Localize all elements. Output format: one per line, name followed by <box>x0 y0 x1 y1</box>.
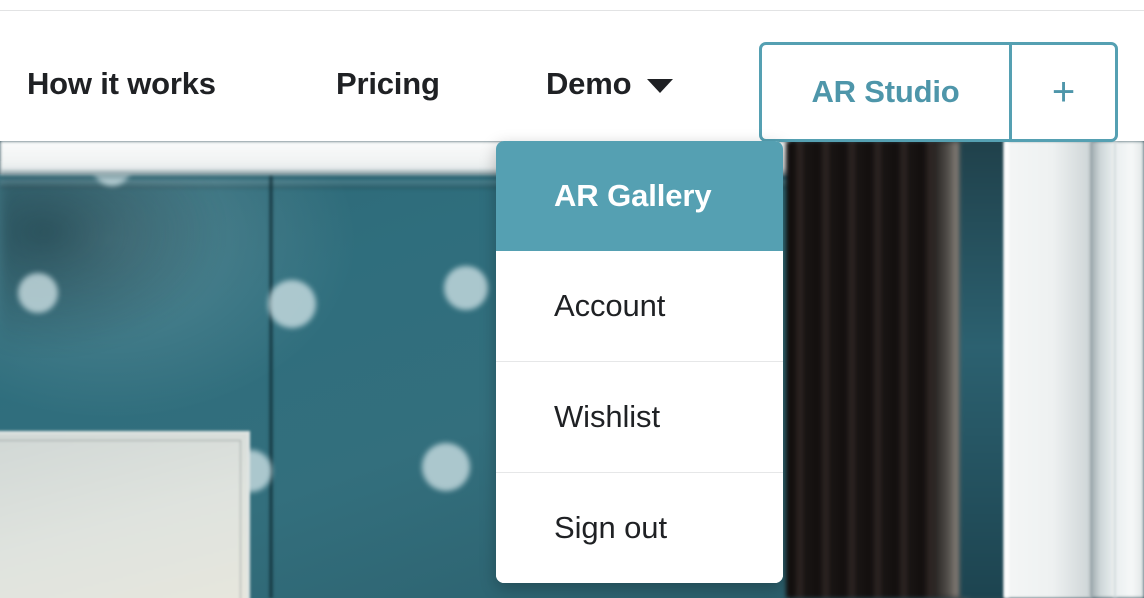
add-ar-item-button[interactable]: + <box>1012 45 1115 139</box>
hero-door-frame <box>1004 141 1092 598</box>
main-navigation-bar: How it works Pricing Demo AR Studio + <box>0 11 1144 142</box>
nav-link-how-it-works[interactable]: How it works <box>27 68 216 99</box>
hero-polka-dot <box>444 266 488 310</box>
app-root: How it works Pricing Demo AR Studio + AR… <box>0 0 1144 598</box>
hero-polka-dot <box>268 280 316 328</box>
menu-item-wishlist[interactable]: Wishlist <box>496 362 783 472</box>
hero-shadow-pocket <box>0 181 220 351</box>
hero-polka-dot <box>422 443 470 491</box>
nav-link-demo-label: Demo <box>546 66 632 101</box>
hero-framed-panel <box>0 431 250 598</box>
hero-door-frame-second <box>1090 141 1116 598</box>
hero-polka-dot <box>18 273 58 313</box>
chevron-down-icon <box>647 79 674 93</box>
menu-item-account[interactable]: Account <box>496 251 783 361</box>
hero-door-frame-edge <box>1004 141 1009 598</box>
hero-door-frame-third <box>1114 141 1144 598</box>
demo-dropdown-menu: AR Gallery Account Wishlist Sign out <box>496 141 783 583</box>
ar-studio-button-group: AR Studio + <box>759 42 1118 142</box>
menu-item-ar-gallery[interactable]: AR Gallery <box>496 141 783 251</box>
nav-menu-demo[interactable]: Demo <box>546 66 674 101</box>
ar-studio-button[interactable]: AR Studio <box>762 45 1009 139</box>
menu-item-sign-out[interactable]: Sign out <box>496 473 783 583</box>
hero-wall-seam <box>268 174 274 598</box>
hero-framed-panel-inner <box>0 440 241 598</box>
nav-link-pricing[interactable]: Pricing <box>336 68 440 99</box>
